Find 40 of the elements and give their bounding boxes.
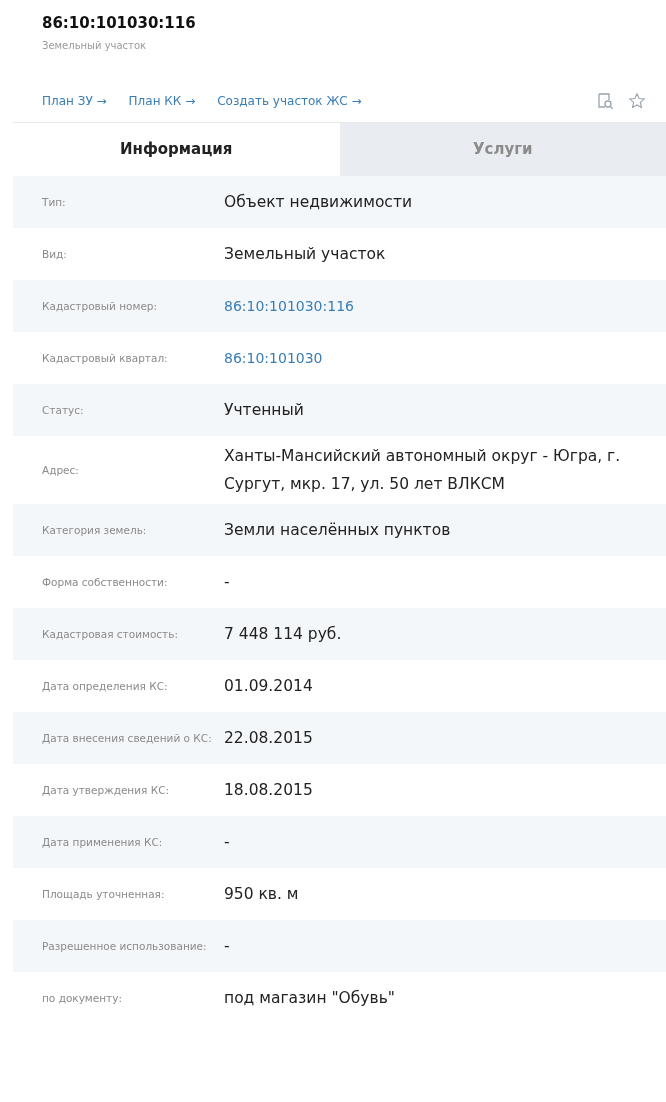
field-label: Статус: (41, 403, 85, 417)
field-link[interactable]: 86:10:101030:116 (224, 295, 354, 317)
field-value: 18.08.2015 (224, 780, 314, 801)
field-label: Форма собственности: (41, 575, 169, 589)
plan-link[interactable]: План КК → (128, 92, 196, 110)
field-label: Кадастровый квартал: (41, 351, 169, 365)
field-value: 22.08.2015 (224, 728, 314, 749)
field-value: - (224, 832, 231, 853)
field-value: - (224, 572, 231, 593)
plan-link[interactable]: Создать участок ЖС → (217, 92, 362, 110)
field-label: Тип: (41, 195, 67, 209)
field-value: Земельный участок (224, 244, 387, 265)
document-search-icon[interactable] (596, 92, 614, 110)
field-value: Учтенный (224, 400, 305, 421)
field-value: Объект недвижимости (224, 192, 413, 213)
field-value: Ханты-Мансийский автономный округ - Югра, г. Сургут, мкр. 17, ул. 50 лет ВЛКСМ (224, 446, 622, 495)
field-label: Вид: (41, 247, 68, 261)
field-value: - (224, 936, 231, 957)
field-value: под магазин "Обувь" (224, 988, 396, 1009)
field-label: Разрешенное использование: (41, 939, 208, 953)
field-value: 950 кв. м (224, 884, 300, 905)
field-value: 7 448 114 руб. (224, 624, 343, 645)
parcel-title: 86:10:101030:116 (42, 13, 197, 34)
field-label: Дата внесения сведений о КС: (41, 731, 213, 745)
parcel-subtitle: Земельный участок (42, 38, 148, 53)
plan-link[interactable]: План ЗУ → (42, 92, 107, 110)
field-label: Кадастровая стоимость: (41, 627, 179, 641)
field-label: Площадь уточненная: (41, 887, 166, 901)
field-label: по документу: (41, 991, 123, 1005)
field-link[interactable]: 86:10:101030 (224, 347, 323, 369)
field-label: Адрес: (41, 463, 80, 477)
star-icon[interactable] (628, 92, 646, 110)
field-label: Дата утверждения КС: (41, 783, 170, 797)
field-label: Дата определения КС: (41, 679, 169, 693)
field-label: Дата применения КС: (41, 835, 164, 849)
field-label: Категория земель: (41, 523, 148, 537)
field-value: 01.09.2014 (224, 676, 314, 697)
tab[interactable]: Услуги (339, 123, 666, 176)
field-value: Земли населённых пунктов (224, 520, 452, 541)
field-label: Кадастровый номер: (41, 299, 159, 313)
